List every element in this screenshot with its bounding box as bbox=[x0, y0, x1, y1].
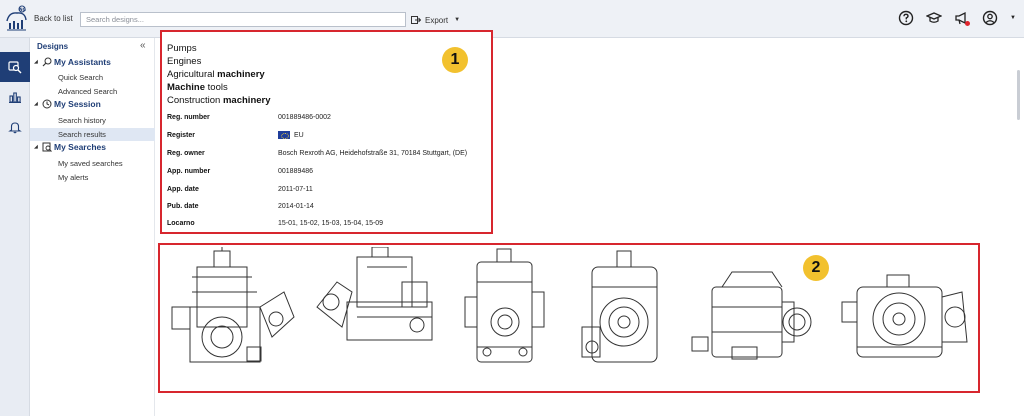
design-view-2 bbox=[316, 247, 433, 341]
field-value-app-date: 2011-07-11 bbox=[278, 186, 313, 193]
field-label-app-date: App. date bbox=[167, 186, 199, 193]
field-value-pub-date: 2014-01-14 bbox=[278, 203, 314, 210]
eu-flag-icon bbox=[278, 131, 290, 139]
field-label-reg-number: Reg. number bbox=[167, 114, 210, 121]
megaphone-icon[interactable] bbox=[952, 8, 972, 28]
field-label-pub-date: Pub. date bbox=[167, 203, 199, 210]
user-account-icon[interactable] bbox=[980, 8, 1000, 28]
category-line: Construction machinery bbox=[167, 95, 271, 106]
search-icon bbox=[42, 57, 52, 67]
category-line: Engines bbox=[167, 56, 202, 67]
nav-item-saved-searches[interactable]: My saved searches bbox=[30, 157, 155, 170]
search-input[interactable] bbox=[80, 12, 406, 27]
category-line: Machine tools bbox=[167, 82, 228, 93]
field-value-locarno: 15-01, 15-02, 15-03, 15-04, 15-09 bbox=[278, 220, 384, 227]
expand-triangle-icon: ◢ bbox=[34, 101, 38, 107]
design-view-strip bbox=[171, 247, 968, 363]
export-button[interactable]: Export ▼ bbox=[411, 13, 460, 27]
nav-group-label: My Assistants bbox=[54, 57, 111, 67]
side-navigation: Designs « ◢ My Assistants Quick Search A… bbox=[30, 38, 155, 416]
design-views-panel: 2 bbox=[158, 243, 980, 393]
category-line: Pumps bbox=[167, 43, 197, 54]
history-clock-icon bbox=[42, 99, 52, 109]
user-menu-chevron-icon[interactable]: ▼ bbox=[1010, 15, 1016, 21]
nav-item-advanced-search[interactable]: Advanced Search bbox=[30, 85, 155, 98]
nav-group-my-searches[interactable]: ◢ My Searches bbox=[34, 142, 106, 152]
nav-item-search-results[interactable]: Search results bbox=[30, 128, 155, 141]
export-label: Export bbox=[425, 15, 449, 25]
callout-badge-1: 1 bbox=[442, 47, 468, 73]
category-line: Agricultural machinery bbox=[167, 69, 265, 80]
field-value-register: EU bbox=[278, 131, 304, 139]
nav-item-quick-search[interactable]: Quick Search bbox=[30, 71, 155, 84]
graduation-cap-icon[interactable] bbox=[924, 8, 944, 28]
saved-search-icon bbox=[42, 142, 52, 152]
statistics-icon[interactable] bbox=[0, 82, 30, 112]
help-icon[interactable] bbox=[896, 8, 916, 28]
nav-group-label: My Searches bbox=[54, 142, 106, 152]
expand-triangle-icon: ◢ bbox=[34, 144, 38, 150]
field-value-reg-number: 001889486-0002 bbox=[278, 114, 331, 121]
design-search-icon[interactable] bbox=[0, 52, 30, 82]
icon-rail bbox=[0, 38, 30, 416]
nav-group-label: My Session bbox=[54, 99, 101, 109]
design-view-1 bbox=[171, 247, 295, 363]
nav-item-my-alerts[interactable]: My alerts bbox=[30, 171, 155, 184]
scrollbar-thumb[interactable] bbox=[1017, 70, 1020, 120]
nav-group-my-session[interactable]: ◢ My Session bbox=[34, 99, 101, 109]
collapse-sidebar-button[interactable]: « bbox=[140, 40, 146, 51]
chevron-down-icon: ▼ bbox=[454, 17, 461, 23]
nav-item-search-history[interactable]: Search history bbox=[30, 114, 155, 127]
field-label-reg-owner: Reg. owner bbox=[167, 150, 205, 157]
design-details-panel: 1 Pumps Engines Agricultural machinery M… bbox=[160, 30, 493, 234]
register-value: EU bbox=[294, 131, 304, 139]
nav-title: Designs bbox=[37, 42, 69, 51]
design-view-5 bbox=[691, 271, 812, 360]
field-label-app-number: App. number bbox=[167, 168, 211, 175]
expand-triangle-icon: ◢ bbox=[34, 59, 38, 65]
nav-group-my-assistants[interactable]: ◢ My Assistants bbox=[34, 57, 111, 67]
design-view-3 bbox=[464, 248, 545, 363]
app-window: NG Back to list Export ▼ bbox=[0, 0, 1024, 416]
back-to-list-link[interactable]: Back to list bbox=[34, 14, 73, 23]
field-label-register: Register bbox=[167, 132, 196, 139]
export-icon bbox=[411, 16, 421, 24]
alerts-bell-icon[interactable] bbox=[0, 112, 30, 142]
field-value-app-number: 001889486 bbox=[278, 168, 314, 175]
field-label-locarno: Locarno bbox=[167, 220, 195, 227]
design-view-4 bbox=[581, 250, 658, 363]
app-logo-icon[interactable]: NG bbox=[4, 4, 30, 34]
field-value-reg-owner: Bosch Rexroth AG, Heidehofstraße 31, 701… bbox=[278, 150, 468, 157]
top-bar: NG Back to list Export ▼ bbox=[0, 0, 1024, 38]
svg-text:NG: NG bbox=[19, 7, 26, 12]
design-view-6 bbox=[841, 274, 968, 358]
